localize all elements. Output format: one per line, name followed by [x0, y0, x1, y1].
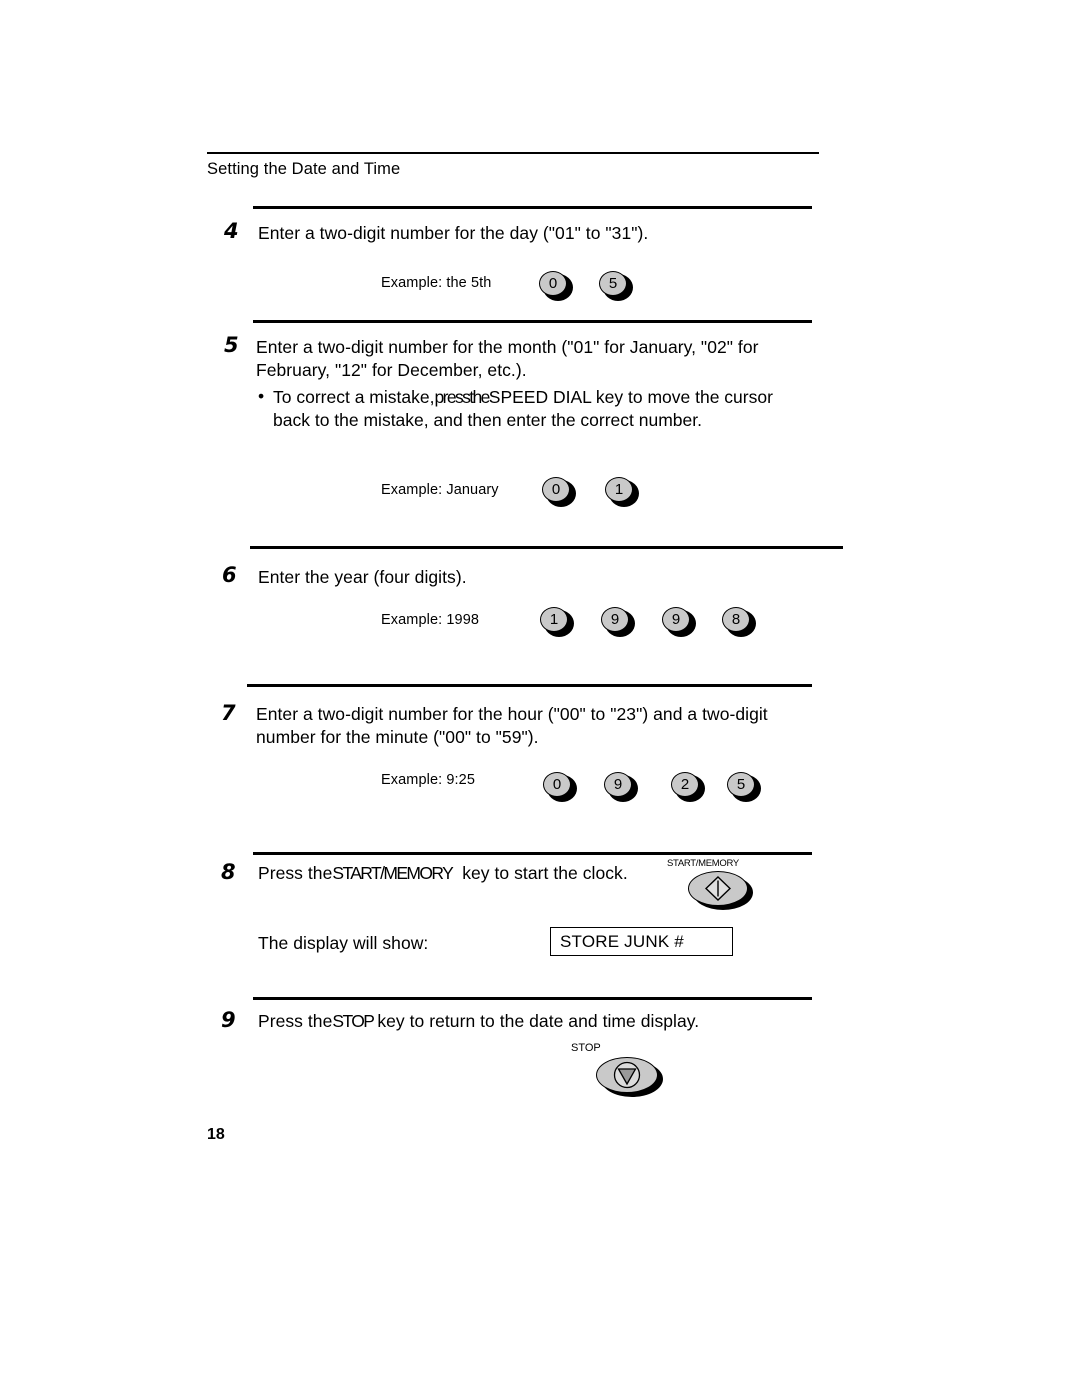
step-7-number: 7: [221, 701, 236, 725]
keycap-9: 9: [601, 607, 635, 637]
step-9-text-stop-key: STOP: [332, 1011, 375, 1031]
page-number: 18: [207, 1126, 225, 1143]
step-7-text-line-2: number for the minute ("00" to "59").: [256, 727, 539, 747]
step-5-text-line-1: Enter a two-digit number for the month (…: [256, 337, 759, 357]
lcd-display-box: STORE JUNK #: [550, 927, 733, 956]
page-header-title: Setting the Date and Time: [207, 160, 401, 178]
step-8-separator-rule: [253, 852, 812, 855]
keycap-5: 5: [727, 772, 761, 802]
step-4-example-label: Example: the 5th: [381, 275, 492, 291]
bullet-text-speed-dial-key: SPEED DIAL: [488, 387, 592, 407]
lcd-display-text: STORE JUNK #: [560, 931, 684, 951]
keycap-2: 2: [671, 772, 705, 802]
step-9-separator-rule: [253, 997, 812, 1000]
header-rule: [207, 152, 819, 154]
step-5-number: 5: [224, 333, 239, 357]
stop-key: STOP: [568, 1042, 668, 1098]
keycap-1: 1: [540, 607, 574, 637]
bullet-text-part-a: To correct a mistake,: [273, 387, 435, 407]
keycap-face: 5: [599, 271, 627, 296]
keycap-face: 9: [601, 607, 629, 632]
step-9-text-part-c: key to return to the date and time displ…: [377, 1011, 700, 1031]
step-8-number: 8: [221, 860, 236, 884]
keycap-1: 1: [605, 477, 639, 507]
keycap-face: 9: [662, 607, 690, 632]
step-6-separator-rule: [250, 546, 843, 549]
keycap-face: 5: [727, 772, 755, 797]
start-memory-key-label: START/MEMORY: [667, 858, 739, 869]
keycap-0: 0: [539, 271, 573, 301]
step-9-number: 9: [221, 1008, 236, 1032]
start-memory-key: START/MEMORY: [664, 858, 760, 914]
step-4-separator-rule: [253, 206, 812, 209]
step-5-example-label: Example: January: [381, 482, 499, 498]
keycap-face: 9: [604, 772, 632, 797]
step-6-example-label: Example: 1998: [381, 612, 480, 628]
keycap-face: 0: [539, 271, 567, 296]
keycap-face: 0: [543, 772, 571, 797]
keycap-8: 8: [722, 607, 756, 637]
step-8-text-part-c: key to start the clock.: [462, 863, 628, 883]
step-8-display-intro: The display will show:: [258, 933, 429, 953]
keycap-face: 8: [722, 607, 750, 632]
step-8-text: Press theSTART/MEMORY key to start the cl…: [258, 862, 628, 885]
step-5-bullet-line-2: back to the mistake, and then enter the …: [273, 410, 702, 430]
step-4-text: Enter a two-digit number for the day ("0…: [258, 223, 649, 243]
keycap-face: 2: [671, 772, 699, 797]
keycap-5: 5: [599, 271, 633, 301]
step-9-text-part-a: Press the: [258, 1011, 333, 1031]
step-9-text: Press theSTOP key to return to the date a…: [258, 1010, 699, 1033]
step-4-number: 4: [224, 219, 239, 243]
stop-circle-triangle-icon: [613, 1061, 641, 1089]
manual-page: Setting the Date and Time 4 Enter a two-…: [0, 0, 1080, 1397]
step-5-bullet-line-1: To correct a mistake,presstheSPEED DIAL k…: [273, 386, 773, 409]
step-7-example-label: Example: 9:25: [381, 772, 475, 788]
start-diamond-icon: [704, 876, 732, 901]
step-6-number: 6: [222, 563, 237, 587]
step-7-separator-rule: [247, 684, 812, 687]
bullet-text-part-b: press: [434, 387, 470, 407]
keycap-face: 0: [542, 477, 570, 502]
keycap-face: 1: [540, 607, 568, 632]
step-5-text-line-2: February, "12" for December, etc.).: [256, 360, 527, 380]
keycap-9: 9: [604, 772, 638, 802]
keycap-9: 9: [662, 607, 696, 637]
step-8-text-start-memory-key: START/MEMORY: [332, 863, 453, 883]
keycap-0: 0: [543, 772, 577, 802]
keycap-face: 1: [605, 477, 633, 502]
keycap-0: 0: [542, 477, 576, 507]
bullet-text-part-e: key to move the cursor: [595, 387, 773, 407]
bullet-point-icon: •: [258, 386, 265, 406]
step-5-separator-rule: [253, 320, 812, 323]
bullet-text-part-c: the: [469, 387, 490, 407]
step-6-text: Enter the year (four digits).: [258, 567, 467, 587]
step-8-text-part-a: Press the: [258, 863, 333, 883]
stop-key-label: STOP: [571, 1042, 601, 1054]
step-7-text-line-1: Enter a two-digit number for the hour ("…: [256, 704, 768, 724]
